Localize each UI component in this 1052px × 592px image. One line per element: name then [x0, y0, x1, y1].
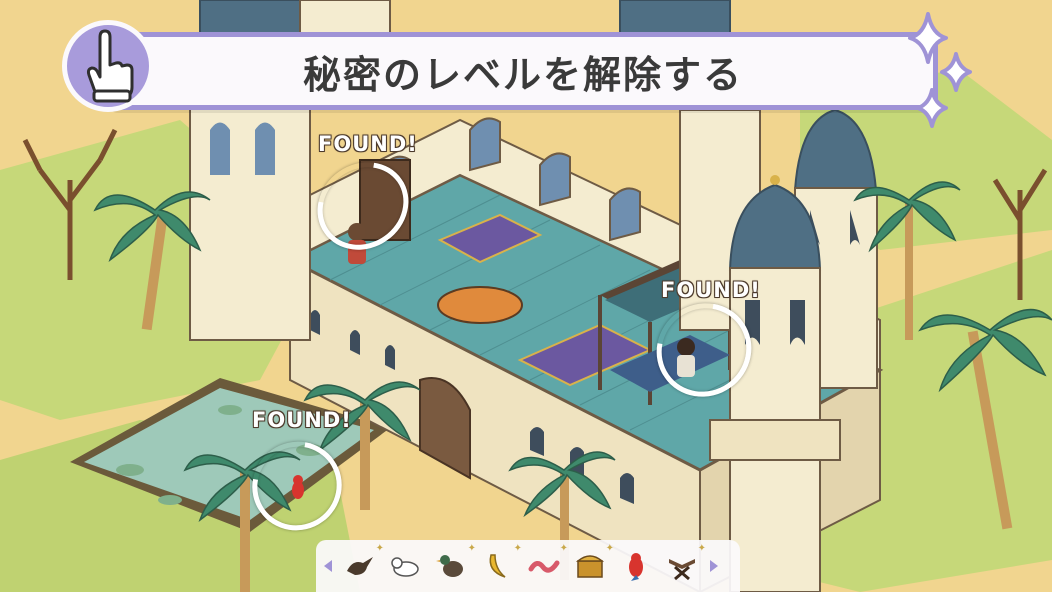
- sparkle-icon: [908, 12, 972, 128]
- tray-item[interactable]: [386, 546, 426, 586]
- item-tray: ✦ ✦ ✦ ✦ ✦ ✦: [316, 540, 740, 592]
- banner-title: 秘密のレベルを解除する: [302, 52, 743, 97]
- treasure-chest-icon: [575, 555, 605, 578]
- tray-item[interactable]: ✦: [340, 543, 384, 586]
- bird-silhouette-icon: [347, 557, 373, 575]
- tower-left: [189, 99, 311, 341]
- parrot-icon: [629, 553, 643, 581]
- tray-item[interactable]: ✦: [432, 543, 476, 586]
- title-banner: 秘密のレベルを解除する: [108, 32, 938, 110]
- duck-icon: [436, 555, 463, 577]
- bookstand-icon: [669, 559, 695, 581]
- tray-right-arrow[interactable]: [708, 551, 720, 581]
- tray-item[interactable]: [616, 546, 656, 586]
- pointing-hand-icon: [62, 20, 154, 112]
- found-label: FOUND!: [252, 408, 352, 432]
- white-cat-icon: [391, 557, 419, 577]
- chevron-right-icon: [710, 560, 718, 572]
- tray-item[interactable]: ✦: [478, 543, 522, 586]
- found-label: FOUND!: [318, 132, 418, 156]
- tray-item[interactable]: ✦: [570, 543, 614, 586]
- tiger-rug: [437, 286, 523, 324]
- tray-left-arrow[interactable]: [322, 551, 334, 581]
- tray-item[interactable]: ✦: [524, 543, 568, 586]
- worm-icon: [528, 560, 560, 573]
- tray-item[interactable]: ✦: [662, 543, 706, 586]
- chevron-left-icon: [324, 560, 332, 572]
- found-label: FOUND!: [661, 278, 761, 302]
- banana-icon: [489, 554, 506, 578]
